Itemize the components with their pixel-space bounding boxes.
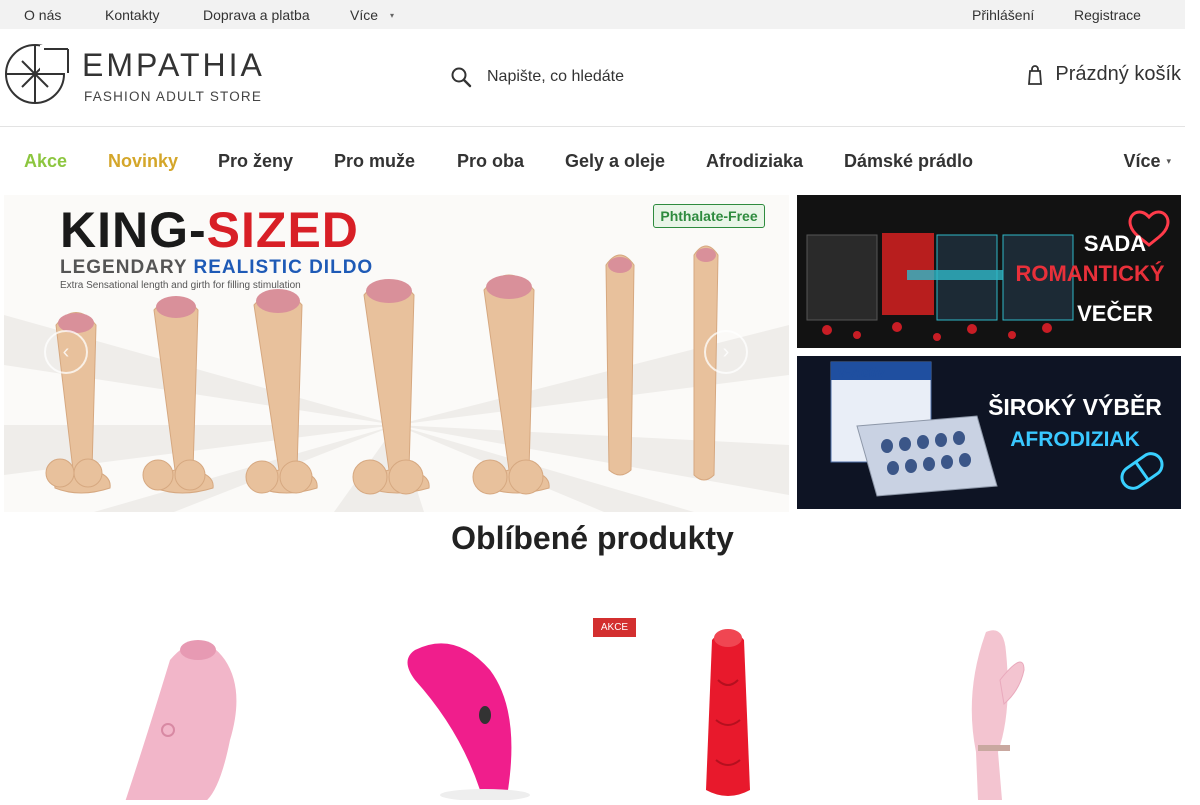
nav-item-afrodiziaka[interactable]: Afrodiziaka: [706, 151, 803, 172]
section-title-popular: Oblíbené produkty: [451, 520, 734, 556]
nav-item-pro-zeny[interactable]: Pro ženy: [218, 151, 293, 172]
banner1-line1: SADA: [1083, 231, 1147, 256]
topbar-link-shipping[interactable]: Doprava a platba: [203, 7, 310, 23]
topbar-more-label: Více: [350, 7, 379, 23]
product-card[interactable]: [620, 620, 840, 800]
chevron-down-icon: ▾: [1166, 156, 1171, 166]
pink-panty-vibrator-image[interactable]: [355, 620, 575, 801]
nav-more-dropdown[interactable]: Více ▾: [1123, 151, 1171, 172]
search-input[interactable]: Napište, co hledáte: [487, 68, 624, 86]
nav-item-akce[interactable]: Akce: [24, 151, 67, 172]
product-card[interactable]: [355, 620, 575, 801]
slider-next-button[interactable]: ›: [704, 330, 748, 374]
banner2-product-brand: V-Activ: [837, 364, 885, 380]
banner2-line2: AFRODIZIAK: [1010, 428, 1140, 451]
product-card[interactable]: [890, 620, 1110, 800]
topbar-link-about[interactable]: O nás: [24, 7, 61, 23]
search-box[interactable]: Napište, co hledáte: [450, 63, 624, 91]
hero-headline: KING-SIZED: [60, 201, 359, 259]
slider-prev-button[interactable]: ‹: [44, 330, 88, 374]
hero-small-text: Extra Sensational length and girth for f…: [60, 280, 301, 291]
akce-badge: AKCE: [593, 618, 636, 637]
logo-tagline: FASHION ADULT STORE: [84, 89, 263, 104]
hero-sub-part1: LEGENDARY: [60, 257, 188, 278]
banner2-line1: ŠIROKÝ VÝBĚR: [988, 394, 1162, 420]
cart-button[interactable]: Prázdný košík: [1027, 63, 1181, 86]
banner1-line2: ROMANTICKÝ: [1015, 261, 1165, 286]
main-nav: Akce Novinky Pro ženy Pro muže Pro oba G…: [0, 127, 1185, 195]
hero-subheadline: LEGENDARY REALISTIC DILDO: [60, 257, 373, 279]
banner-romantic-evening[interactable]: SADA ROMANTICKÝ VEČER: [797, 195, 1181, 348]
hero-headline-part2: SIZED: [206, 202, 359, 258]
cart-label: Prázdný košík: [1055, 63, 1181, 85]
login-link[interactable]: Přihlášení: [972, 7, 1034, 23]
register-link[interactable]: Registrace: [1074, 7, 1141, 23]
nav-item-pro-oba[interactable]: Pro oba: [457, 151, 524, 172]
cart-icon: [1028, 64, 1043, 85]
search-icon[interactable]: [450, 66, 472, 88]
pink-rabbit-vibrator-image[interactable]: [890, 620, 1110, 800]
hero-headline-part1: KING-: [60, 202, 207, 258]
product-card[interactable]: [90, 620, 310, 802]
nav-item-pro-muze[interactable]: Pro muže: [334, 151, 415, 172]
chevron-down-icon: ▾: [390, 10, 395, 20]
logo-wordmark: EMPATHIA: [82, 47, 265, 83]
hero-slider[interactable]: KING-SIZED LEGENDARY REALISTIC DILDO Ext…: [4, 195, 789, 512]
banner-aphrodisiacs[interactable]: V-Activ ŠIROKÝ VÝBĚR AFRODIZIAK: [797, 356, 1181, 509]
hero-sub-part2: REALISTIC DILDO: [193, 257, 374, 278]
pink-suction-vibrator-image[interactable]: [90, 620, 310, 802]
top-bar: O nás Kontakty Doprava a platba Více ▾ P…: [0, 0, 1185, 29]
logo-mark-icon: [5, 44, 69, 104]
red-jelly-vibrator-image[interactable]: [620, 620, 840, 800]
chevron-left-icon: ‹: [62, 340, 70, 363]
phthalate-free-badge: Phthalate-Free: [653, 204, 765, 228]
header: EMPATHIA FASHION ADULT STORE Napište, co…: [0, 29, 1185, 127]
logo[interactable]: EMPATHIA FASHION ADULT STORE: [4, 43, 266, 105]
nav-item-damske-pradlo[interactable]: Dámské prádlo: [844, 151, 973, 172]
nav-item-novinky[interactable]: Novinky: [108, 151, 178, 172]
topbar-link-contacts[interactable]: Kontakty: [105, 7, 159, 23]
banner1-line3: VEČER: [1077, 301, 1153, 326]
nav-item-gely-a-oleje[interactable]: Gely a oleje: [565, 151, 665, 172]
nav-more-label: Více: [1123, 151, 1161, 171]
topbar-more-dropdown[interactable]: Více ▾: [350, 7, 394, 23]
chevron-right-icon: ›: [722, 340, 730, 363]
